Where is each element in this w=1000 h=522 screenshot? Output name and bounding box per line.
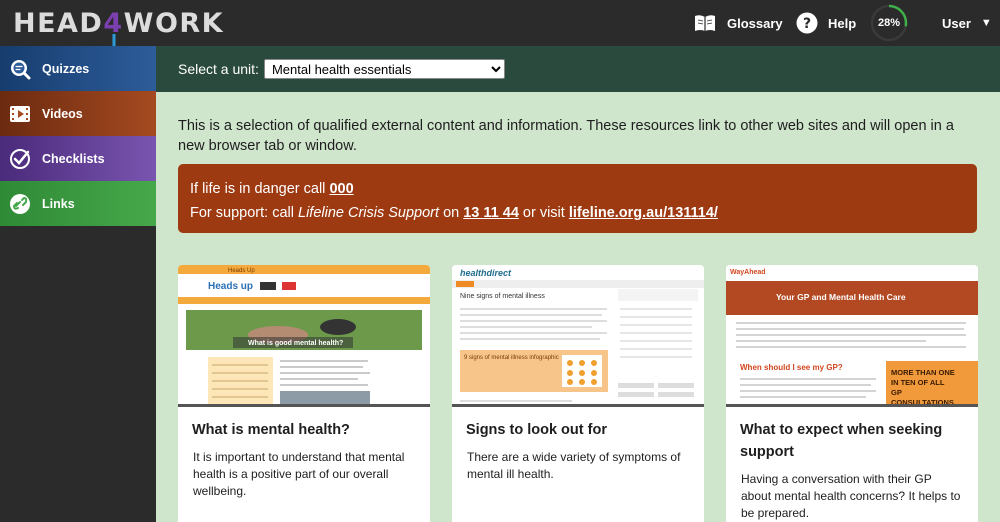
card-thumbnail: WayAhead Your GP and Mental Health Care … xyxy=(726,265,978,407)
emergency-number-link[interactable]: 000 xyxy=(329,181,353,197)
card-description: It is important to understand that menta… xyxy=(193,450,405,498)
card-description: Having a conversation with their GP abou… xyxy=(741,472,961,520)
glossary-button[interactable]: Glossary xyxy=(693,0,783,46)
card-description: There are a wide variety of symptoms of … xyxy=(467,450,681,481)
sidebar-item-label: Links xyxy=(42,196,75,211)
alert-text: on xyxy=(439,205,464,221)
checklist-icon xyxy=(9,148,31,170)
thumb-brand-text: Heads up xyxy=(208,281,253,292)
thumb-brand-text: WayAhead xyxy=(730,269,766,276)
lifeline-phone-link[interactable]: 13 11 44 xyxy=(463,205,519,221)
help-button[interactable]: ? Help xyxy=(796,0,856,46)
logo-text-mid: 4 xyxy=(103,8,124,39)
card-thumbnail: Heads Up Heads up What is good mental he… xyxy=(178,265,430,407)
unit-select[interactable]: Mental health essentials xyxy=(263,59,505,79)
progress-text: 28% xyxy=(877,17,901,29)
alert-text: or visit xyxy=(518,205,569,221)
logo-text-left: HEAD xyxy=(13,8,104,39)
thumb-banner-text: Your GP and Mental Health Care xyxy=(776,292,906,302)
sidebar-item-videos[interactable]: Videos xyxy=(0,91,156,136)
progress-indicator: 28% xyxy=(870,4,908,42)
sidebar-item-quizzes[interactable]: Quizzes xyxy=(0,46,156,91)
lifeline-url-link[interactable]: lifeline.org.au/131114/ xyxy=(569,205,718,221)
unit-selector-bar: Select a unit: Mental health essentials xyxy=(156,46,1000,92)
link-icon xyxy=(9,193,31,215)
sidebar: Quizzes Videos Checklists Links xyxy=(0,46,156,522)
help-label: Help xyxy=(828,15,857,31)
card-title: What is mental health? xyxy=(192,422,350,438)
thumb-heading-text: Nine signs of mental illness xyxy=(460,293,545,300)
app-logo[interactable]: HEAD4WORK xyxy=(13,8,224,39)
lifeline-service-name: Lifeline Crisis Support xyxy=(298,205,440,221)
alert-text: If life is in danger call xyxy=(190,181,330,197)
thumb-banner-text: Heads Up xyxy=(228,268,255,274)
intro-text: This is a selection of qualified externa… xyxy=(178,118,954,154)
card-title: Signs to look out for xyxy=(466,422,607,438)
user-label: User xyxy=(942,15,971,31)
svg-text:?: ? xyxy=(803,16,811,32)
video-icon xyxy=(9,103,31,125)
thumb-brand-text: healthdirect xyxy=(460,268,512,278)
thumb-box-text: 9 signs of mental illness infographic xyxy=(464,355,559,361)
book-icon xyxy=(695,15,715,31)
help-icon: ? xyxy=(796,12,818,34)
sidebar-item-label: Checklists xyxy=(42,151,105,166)
quiz-icon xyxy=(9,58,31,80)
sidebar-item-links[interactable]: Links xyxy=(0,181,156,226)
caret-down-icon: ▼ xyxy=(980,17,992,29)
sidebar-item-checklists[interactable]: Checklists xyxy=(0,136,156,181)
alert-text: For support: call xyxy=(190,205,298,221)
sidebar-item-label: Quizzes xyxy=(42,61,90,76)
glossary-label: Glossary xyxy=(727,15,783,31)
resource-card-signs[interactable]: healthdirect Nine signs of mental illnes… xyxy=(452,265,704,522)
card-title: What to expect when seeking support xyxy=(740,422,943,460)
logo-text-right: WORK xyxy=(123,8,225,39)
thumb-question-text: When should I see my GP? xyxy=(740,363,843,372)
resource-card-gp-support[interactable]: WayAhead Your GP and Mental Health Care … xyxy=(726,265,978,522)
alert-line-danger: If life is in danger call 000 xyxy=(190,177,965,201)
crisis-alert: If life is in danger call 000 For suppor… xyxy=(178,164,977,233)
alert-line-support: For support: call Lifeline Crisis Suppor… xyxy=(190,201,965,225)
top-bar: HEAD4WORK Glossary ? Help 28% User ▼ xyxy=(0,0,1000,46)
user-menu[interactable]: User ▼ xyxy=(942,0,992,46)
card-thumbnail: healthdirect Nine signs of mental illnes… xyxy=(452,265,704,407)
thumb-heading-text: What is good mental health? xyxy=(248,340,343,347)
unit-select-label: Select a unit: xyxy=(178,61,259,77)
resource-card-mental-health[interactable]: Heads Up Heads up What is good mental he… xyxy=(178,265,430,522)
sidebar-item-label: Videos xyxy=(42,106,83,121)
